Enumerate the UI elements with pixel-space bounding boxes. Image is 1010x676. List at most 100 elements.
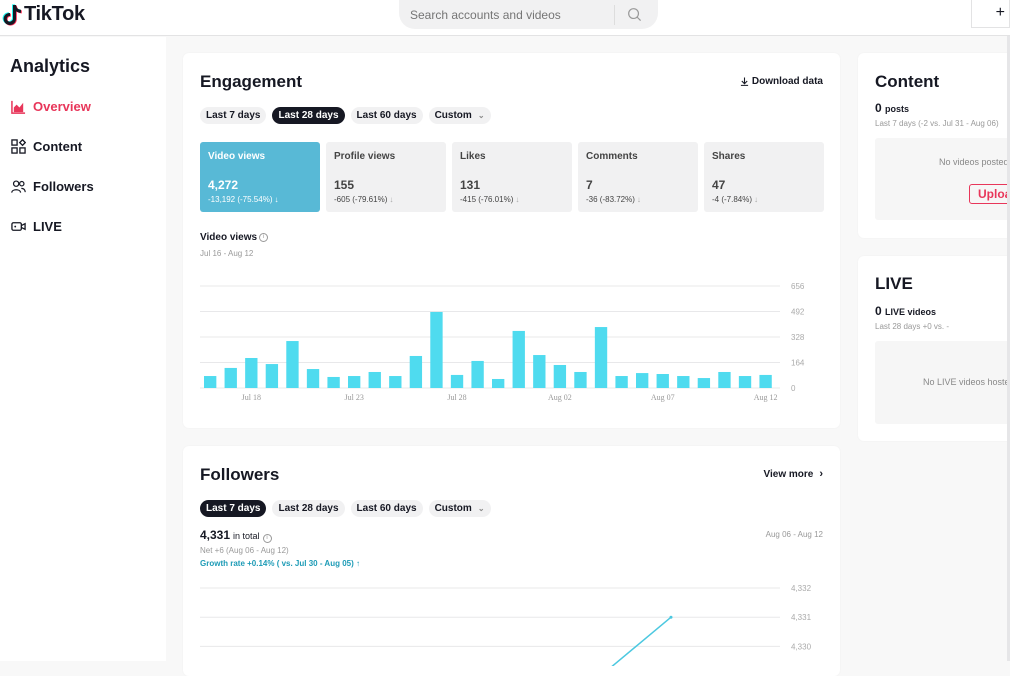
content-count-value: 0 [875,101,882,115]
range-last-28-days[interactable]: Last 28 days [272,107,345,124]
metric-label: Shares [712,151,746,162]
app-name: TikTok [24,3,85,25]
bar[interactable] [594,327,608,388]
bar[interactable] [306,369,320,388]
metric-delta-text: -605 (-79.61%) [334,195,388,204]
range-custom-dropdown[interactable]: Custom ⌄ [428,500,491,517]
content-grid-icon [11,139,26,154]
download-icon [740,77,748,86]
bar[interactable] [512,330,525,388]
live-count-value: 0 [875,304,882,318]
bar[interactable] [245,357,258,388]
range-last-60-days[interactable]: Last 60 days [350,500,423,517]
bar[interactable] [574,371,587,388]
followers-card: Followers View more › Last 7 days Last 2… [183,446,840,676]
range-label: Custom [434,110,472,121]
followers-icon [11,180,26,193]
range-custom-dropdown[interactable]: Custom ⌄ [428,107,491,124]
content-title: Content [875,72,940,91]
range-last-7-days[interactable]: Last 7 days [200,107,267,124]
range-last-28-days[interactable]: Last 28 days [272,500,345,517]
metric-cards: Video views 4,272 -13,192 (-75.54%) ↓ Pro… [200,142,824,212]
bar[interactable] [697,378,711,388]
video-views-bar-chart: 0 164 328 492 656 Jul 18 Jul 23 Jul 28 Aug 02 Aug… [200,282,805,402]
bar[interactable] [389,376,402,388]
sidebar-item-content[interactable]: Content [11,139,82,154]
bar[interactable] [553,364,567,388]
arrow-down-icon: ↓ [754,195,759,204]
live-count: 0 LIVE videos [875,304,936,318]
arrow-down-icon: ↓ [389,195,394,204]
metric-delta: -36 (-83.72%) ↓ [586,195,641,204]
content-card: Content 0 posts Last 7 days (-2 vs. Jul … [858,53,1010,238]
live-subtext: Last 28 days +0 vs. - [875,322,950,331]
x-tick-label: Aug 12 [754,393,778,402]
tiktok-logo[interactable]: TikTok [2,3,85,26]
chart-icon [11,100,26,114]
bar[interactable] [533,355,546,388]
sidebar-item-label: Overview [33,99,91,114]
content-empty-text: No videos posted [939,157,1009,167]
bar[interactable] [471,360,484,388]
info-icon[interactable]: i [262,534,272,543]
bar[interactable] [738,376,752,388]
bar[interactable] [759,374,772,388]
sidebar-item-overview[interactable]: Overview [11,99,91,114]
range-label: Last 60 days [356,503,417,514]
download-data-button[interactable]: Download data [740,76,823,87]
data-point[interactable] [669,615,673,619]
metric-value: 155 [334,178,355,192]
range-last-60-days[interactable]: Last 60 days [350,107,423,124]
bar[interactable] [430,311,443,388]
bar[interactable] [677,376,690,388]
growth-rate-text: Growth rate +0.14% ( vs. Jul 30 - Aug 05… [200,559,354,568]
chart-date-range: Jul 16 - Aug 12 [200,249,254,258]
bar[interactable] [492,378,505,388]
upload-button[interactable]: + [971,0,1010,28]
arrow-down-icon: ↓ [515,195,520,204]
bar[interactable] [265,364,279,388]
metric-label: Likes [460,151,486,162]
bar[interactable] [204,376,217,388]
bar[interactable] [327,376,340,388]
metric-value: 4,272 [208,178,239,192]
tiktok-note-icon [2,3,22,26]
followers-growth-rate: Growth rate +0.14% ( vs. Jul 30 - Aug 05… [200,559,360,568]
followers-line-chart: 4,330 4,331 4,332 [200,584,812,666]
metric-video-views[interactable]: Video views 4,272 -13,192 (-75.54%) ↓ [200,142,320,212]
chart-title-text: Video views [200,232,258,243]
metric-likes[interactable]: Likes 131 -415 (-76.01%) ↓ [452,142,572,212]
upload-video-button[interactable]: Upload [969,184,1010,204]
search-input[interactable] [399,0,614,29]
metric-comments[interactable]: Comments 7 -36 (-83.72%) ↓ [578,142,698,212]
search-icon [627,8,641,22]
metric-profile-views[interactable]: Profile views 155 -605 (-79.61%) ↓ [326,142,446,212]
followers-title: Followers [200,465,280,484]
sidebar: Analytics Overview Content Followers LIV… [0,37,166,661]
bar[interactable] [409,355,423,388]
range-label: Custom [434,503,472,514]
bar[interactable] [224,367,237,388]
bar[interactable] [615,376,628,388]
info-icon[interactable]: i [259,233,269,242]
bar[interactable] [286,341,299,388]
view-more-link[interactable]: View more › [763,468,823,480]
search-button[interactable] [615,0,653,29]
range-last-7-days[interactable]: Last 7 days [200,500,267,517]
metric-shares[interactable]: Shares 47 -4 (-7.84%) ↓ [704,142,824,212]
metric-delta-text: -4 (-7.84%) [712,195,753,204]
bar[interactable] [368,371,381,388]
bar[interactable] [718,371,731,388]
bar[interactable] [450,374,464,388]
y-tick-label: 0 [791,384,796,393]
sidebar-item-followers[interactable]: Followers [11,179,94,194]
chevron-down-icon: ⌄ [477,504,485,513]
bar[interactable] [348,376,361,388]
bar[interactable] [656,374,669,388]
live-count-unit: LIVE videos [885,307,937,317]
download-data-label: Download data [751,76,823,87]
followers-line [611,616,672,666]
bar[interactable] [636,373,649,388]
content-subtext: Last 7 days (-2 vs. Jul 31 - Aug 06) [875,119,999,128]
sidebar-item-live[interactable]: LIVE [11,219,62,234]
